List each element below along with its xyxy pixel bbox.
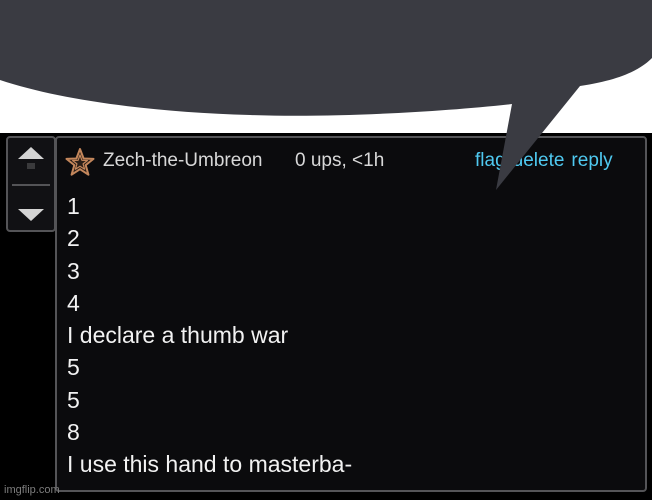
comment-line: 2 [67,225,80,252]
arrow-down-icon [18,209,44,221]
comment-line: I use this hand to masterba- [67,451,353,478]
comment-line: I declare a thumb war [67,322,289,349]
white-top-area [0,0,652,133]
arrow-up-icon [18,147,44,169]
comment-line: 5 [67,354,80,381]
comment-box: Zech-the-Umbreon 0 ups, <1h flag delete re… [55,136,647,492]
delete-link[interactable]: delete [513,150,565,171]
upvote-button[interactable] [8,138,54,182]
downvote-button[interactable] [8,186,54,230]
comment-line: 1 [67,193,80,219]
flag-link[interactable]: flag [475,150,506,171]
comment-actions: flag delete reply [475,150,613,172]
comment-header: Zech-the-Umbreon 0 ups, <1h flag delete re… [57,146,645,176]
comment-body: 1 2 3 4 I declare a thumb war 5 5 8 I us… [67,190,637,481]
comment-line: 4 [67,289,80,316]
comment-line: 5 [67,386,80,413]
vote-panel [6,136,56,232]
comment-line: 3 [67,257,80,284]
watermark: imgflip.com [4,484,60,496]
reply-link[interactable]: reply [571,150,612,171]
star-badge-icon [65,148,95,176]
comment-meta: 0 ups, <1h [295,150,385,171]
username-link[interactable]: Zech-the-Umbreon [103,150,262,172]
comment-line: 8 [67,419,80,446]
